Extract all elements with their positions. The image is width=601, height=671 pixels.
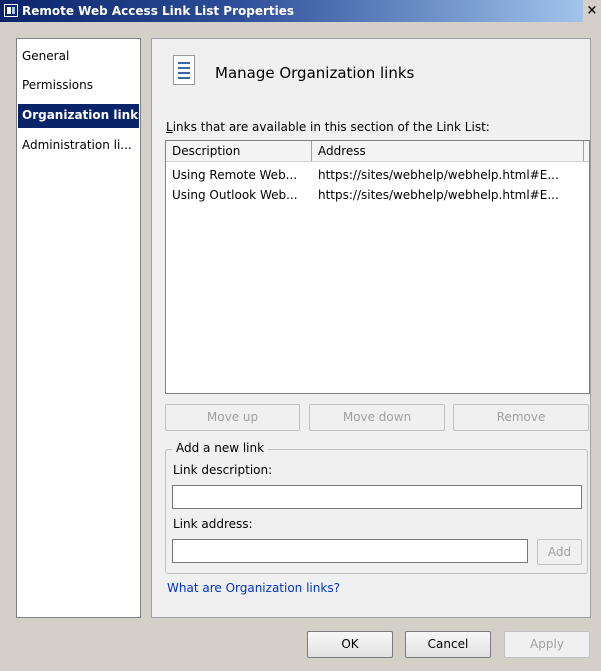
- link-list-icon: [173, 55, 195, 85]
- apply-label: Apply: [530, 637, 564, 651]
- ok-button[interactable]: OK: [307, 631, 393, 658]
- nav-item-permissions[interactable]: Permissions: [18, 74, 139, 98]
- cancel-label: Cancel: [427, 637, 469, 651]
- link-address-cell: https://sites/webhelp/webhelp.html#E...: [318, 168, 559, 182]
- column-header-description[interactable]: Description: [166, 141, 312, 161]
- nav-item-administration-links[interactable]: Administration li...: [18, 134, 139, 158]
- apply-button[interactable]: Apply: [504, 631, 590, 658]
- nav-item-general[interactable]: General: [18, 45, 139, 69]
- add-link-button[interactable]: Add: [537, 539, 582, 565]
- links-list-label-rest: inks that are available in this section …: [172, 120, 490, 134]
- property-page-list: General Permissions Organization links A…: [16, 38, 141, 618]
- title-bar: Remote Web Access Link List Properties ×: [0, 0, 601, 22]
- move-up-button[interactable]: Move up: [165, 404, 300, 431]
- cancel-button[interactable]: Cancel: [405, 631, 491, 658]
- move-up-label: Move up: [206, 410, 259, 424]
- window-icon: [4, 4, 18, 17]
- link-description-label: Link description:: [173, 463, 273, 477]
- close-button[interactable]: ×: [583, 0, 601, 22]
- remove-label: Remove: [496, 410, 546, 424]
- column-header-address[interactable]: Address: [312, 141, 584, 161]
- nav-item-organization-links[interactable]: Organization links: [18, 104, 139, 128]
- link-address-label: Link address:: [173, 517, 253, 531]
- link-description-field[interactable]: [172, 485, 582, 509]
- move-down-label: Move down: [342, 410, 412, 424]
- link-address-cell: https://sites/webhelp/webhelp.html#E...: [318, 188, 559, 202]
- links-list[interactable]: Description Address Using Remote Web... …: [165, 140, 590, 394]
- link-description-cell: Using Outlook Web...: [172, 188, 298, 202]
- ok-label: OK: [341, 637, 359, 651]
- list-header: Description Address: [166, 141, 589, 162]
- move-down-button[interactable]: Move down: [309, 404, 445, 431]
- page-title: Manage Organization links: [215, 64, 415, 82]
- help-link[interactable]: What are Organization links?: [167, 581, 340, 595]
- window-title: Remote Web Access Link List Properties: [22, 4, 295, 18]
- add-link-label: Add: [547, 545, 572, 559]
- add-new-link-title: Add a new link: [172, 441, 269, 455]
- link-address-field[interactable]: [172, 539, 528, 563]
- list-item[interactable]: Using Outlook Web... https://sites/webhe…: [166, 185, 589, 205]
- link-description-cell: Using Remote Web...: [172, 168, 298, 182]
- links-list-label: Links that are available in this section…: [166, 120, 490, 134]
- remove-button[interactable]: Remove: [453, 404, 589, 431]
- list-item[interactable]: Using Remote Web... https://sites/webhel…: [166, 165, 589, 185]
